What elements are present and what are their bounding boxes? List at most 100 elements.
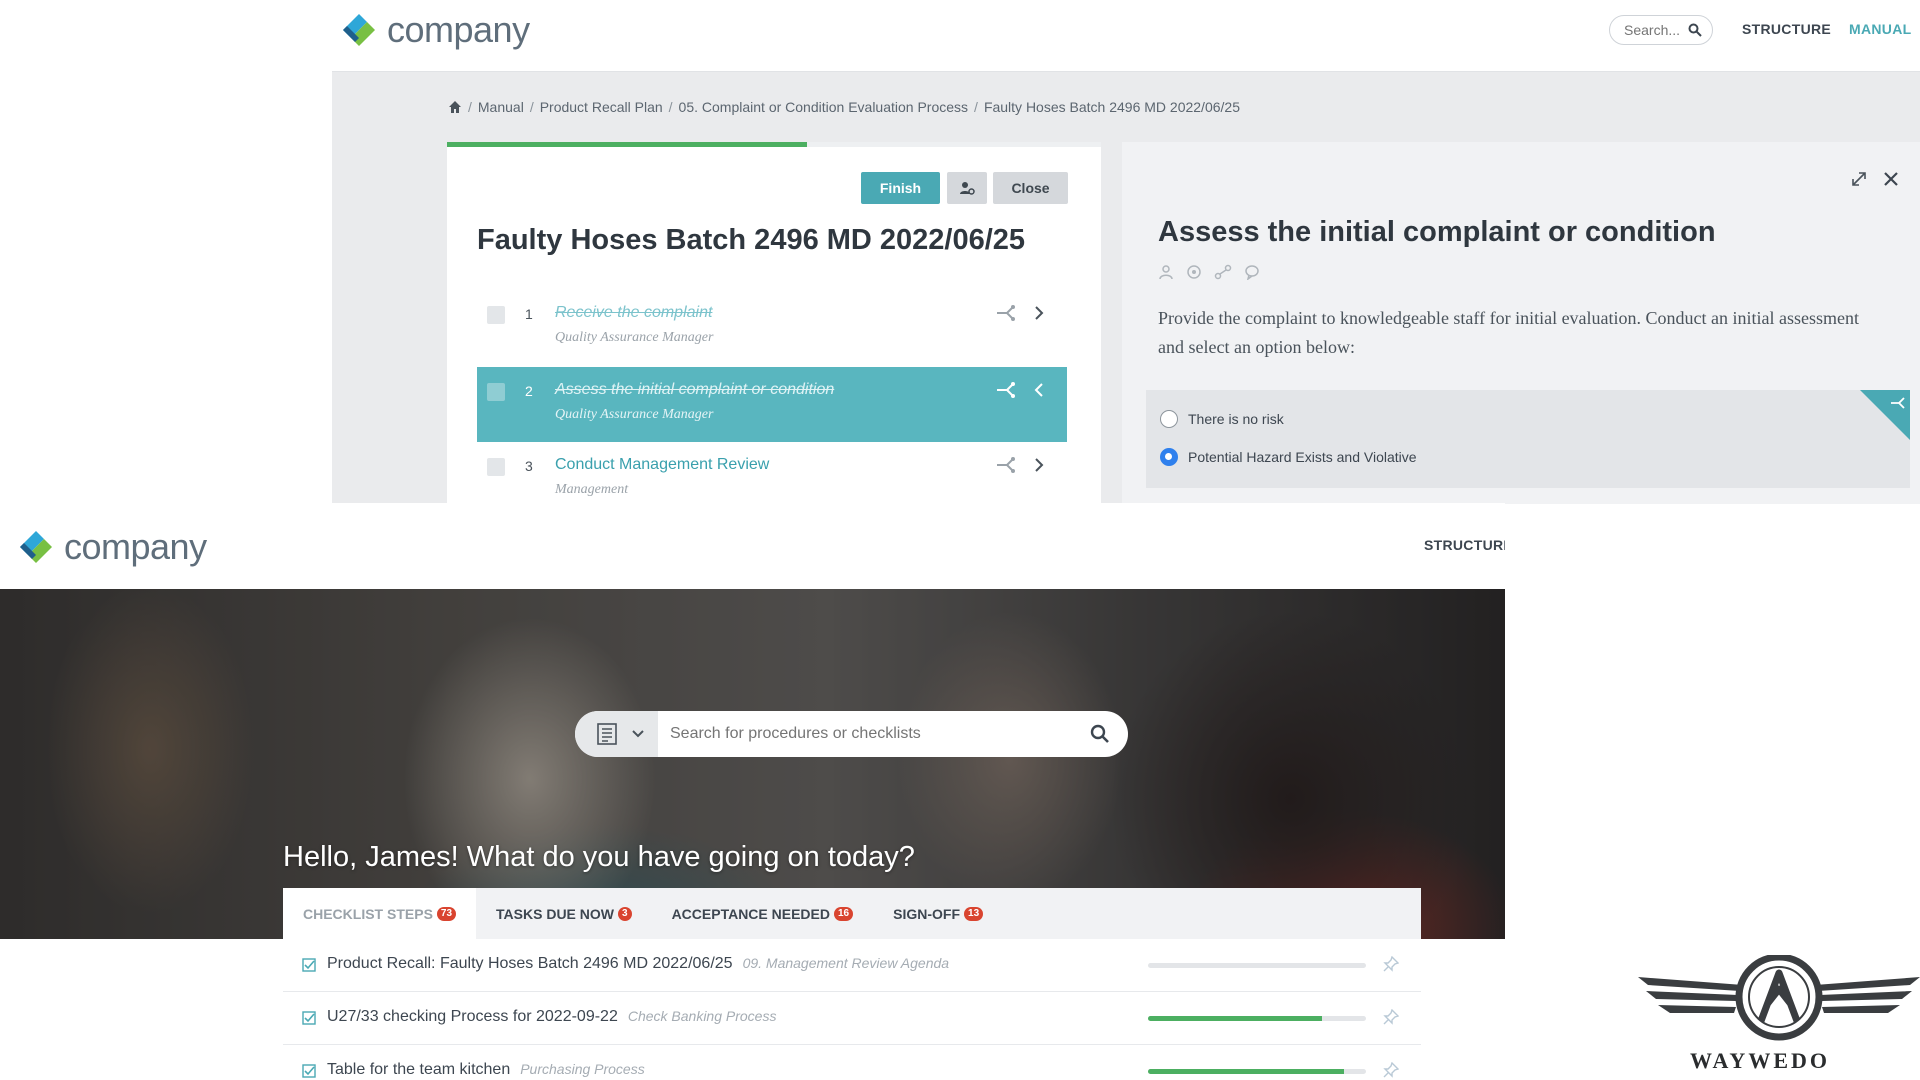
item-progress-bar bbox=[1148, 963, 1366, 968]
tab-label: SIGN-OFF bbox=[893, 905, 961, 922]
step-role: Management bbox=[555, 482, 629, 497]
branch-icon[interactable] bbox=[995, 456, 1017, 474]
expand-icon[interactable] bbox=[1850, 170, 1868, 188]
tab-sign-off[interactable]: SIGN-OFF 13 bbox=[873, 888, 1003, 939]
item-progress-bar bbox=[1148, 1069, 1366, 1074]
checkbox-icon[interactable] bbox=[302, 1011, 316, 1025]
step-detail-panel: Assess the initial complaint or conditio… bbox=[1122, 142, 1920, 504]
chevron-down-icon bbox=[632, 730, 644, 738]
item-name[interactable]: Table for the team kitchen bbox=[327, 1061, 510, 1078]
detail-description: Provide the complaint to knowledgeable s… bbox=[1158, 308, 1860, 357]
checklist-steps-list: Product Recall: Faulty Hoses Batch 2496 … bbox=[283, 939, 1421, 1080]
item-name[interactable]: Product Recall: Faulty Hoses Batch 2496 … bbox=[327, 955, 733, 972]
home-icon[interactable] bbox=[448, 100, 462, 114]
checklist-step-1[interactable]: 1 Receive the complaint Quality Assuranc… bbox=[477, 290, 1067, 365]
document-list-icon bbox=[597, 723, 617, 745]
nav-manual[interactable]: MANUAL bbox=[1849, 21, 1911, 37]
list-item[interactable]: U27/33 checking Process for 2022-09-22 Ch… bbox=[283, 992, 1421, 1045]
search-icon[interactable] bbox=[1090, 724, 1110, 744]
breadcrumb-current: Faulty Hoses Batch 2496 MD 2022/06/25 bbox=[983, 99, 1240, 115]
step-title[interactable]: Assess the initial complaint or conditio… bbox=[555, 381, 834, 399]
pin-icon[interactable] bbox=[1383, 956, 1399, 972]
hero-search-bar[interactable] bbox=[575, 711, 1128, 757]
step-number: 1 bbox=[525, 306, 533, 322]
list-item[interactable]: Product Recall: Faulty Hoses Batch 2496 … bbox=[283, 939, 1421, 992]
item-progress-bar bbox=[1148, 1016, 1366, 1021]
checklist-step-3[interactable]: 3 Conduct Management Review Management bbox=[477, 442, 1067, 504]
nav-structure[interactable]: STRUCTURE bbox=[1424, 537, 1505, 553]
item-name[interactable]: U27/33 checking Process for 2022-09-22 bbox=[327, 1008, 618, 1025]
step-checkbox[interactable] bbox=[487, 383, 505, 401]
step-title[interactable]: Receive the complaint bbox=[555, 304, 712, 322]
tab-checklist-steps[interactable]: CHECKLIST STEPS 73 bbox=[283, 888, 477, 939]
decision-options: There is no risk Potential Hazard Exists… bbox=[1146, 390, 1910, 488]
option-label: Potential Hazard Exists and Violative bbox=[1188, 449, 1417, 465]
pin-icon[interactable] bbox=[1383, 1009, 1399, 1025]
close-button[interactable]: Close bbox=[993, 172, 1068, 204]
checklist-step-2[interactable]: 2 Assess the initial complaint or condit… bbox=[477, 367, 1067, 442]
list-item[interactable]: Table for the team kitchen Purchasing Pro… bbox=[283, 1045, 1421, 1080]
option-potential-hazard[interactable]: Potential Hazard Exists and Violative bbox=[1160, 448, 1417, 466]
checkbox-icon[interactable] bbox=[302, 958, 316, 972]
item-progress-fill bbox=[1148, 1069, 1345, 1074]
user-icon[interactable] bbox=[1158, 264, 1174, 280]
tab-label: ACCEPTANCE NEEDED bbox=[671, 905, 830, 922]
brand-name: company bbox=[64, 526, 207, 567]
comment-icon[interactable] bbox=[1244, 264, 1260, 280]
radio-button[interactable] bbox=[1160, 410, 1178, 428]
breadcrumb-process[interactable]: 05. Complaint or Condition Evaluation Pr… bbox=[679, 99, 969, 115]
company-logo-icon bbox=[20, 531, 52, 563]
branch-icon[interactable] bbox=[995, 304, 1017, 322]
count-badge: 16 bbox=[834, 906, 854, 921]
breadcrumb-plan[interactable]: Product Recall Plan bbox=[540, 99, 663, 115]
tab-acceptance-needed[interactable]: ACCEPTANCE NEEDED 16 bbox=[652, 888, 874, 939]
checklist-progress-fill bbox=[447, 142, 807, 147]
assign-button[interactable] bbox=[947, 172, 987, 204]
hero-search-input[interactable] bbox=[670, 711, 1070, 757]
top-header: company STRUCTURE MANUAL bbox=[332, 0, 1920, 72]
brand-logo[interactable]: company bbox=[337, 8, 530, 52]
hero-banner: Hello, James! What do you have going on … bbox=[0, 589, 1505, 939]
item-process: Check Banking Process bbox=[627, 1008, 777, 1024]
company-logo-icon bbox=[343, 14, 375, 46]
user-settings-icon bbox=[960, 182, 975, 195]
nav-structure[interactable]: STRUCTURE bbox=[1742, 21, 1831, 37]
greeting-text: Hello, James! What do you have going on … bbox=[283, 841, 915, 873]
dashboard-window: company STRUCTURE Hello, James! What do … bbox=[0, 503, 1505, 1080]
watermark-text: WAYWEDO bbox=[1690, 1048, 1830, 1073]
pin-icon[interactable] bbox=[1383, 1062, 1399, 1078]
branch-icon[interactable] bbox=[995, 381, 1017, 399]
waywedo-watermark: WAYWEDO bbox=[1638, 953, 1920, 1075]
hero-photo-overlay bbox=[0, 589, 1505, 939]
step-checkbox[interactable] bbox=[487, 458, 505, 476]
checkbox-icon[interactable] bbox=[302, 1064, 316, 1078]
brand-logo[interactable]: company bbox=[14, 525, 207, 569]
chevron-right-icon[interactable] bbox=[1033, 304, 1045, 322]
breadcrumb: / Manual / Product Recall Plan / 05. Com… bbox=[448, 99, 1240, 115]
chevron-right-icon[interactable] bbox=[1033, 456, 1045, 474]
breadcrumb-manual[interactable]: Manual bbox=[478, 99, 524, 115]
step-role: Quality Assurance Manager bbox=[555, 330, 714, 345]
checklist-title: Faulty Hoses Batch 2496 MD 2022/06/25 bbox=[477, 224, 1026, 256]
target-icon[interactable] bbox=[1186, 264, 1202, 280]
chevron-left-icon[interactable] bbox=[1033, 381, 1045, 399]
step-checkbox[interactable] bbox=[487, 306, 505, 324]
item-progress-fill bbox=[1148, 1016, 1323, 1021]
branch-icon bbox=[1891, 397, 1905, 409]
detail-icon-row bbox=[1158, 264, 1260, 280]
option-no-risk[interactable]: There is no risk bbox=[1160, 410, 1284, 428]
finish-button[interactable]: Finish bbox=[861, 172, 940, 204]
count-badge: 3 bbox=[618, 906, 632, 921]
step-title[interactable]: Conduct Management Review bbox=[555, 456, 769, 474]
search-type-dropdown[interactable] bbox=[575, 711, 658, 757]
search-icon[interactable] bbox=[1688, 23, 1702, 37]
close-icon[interactable] bbox=[1882, 170, 1900, 188]
tasks-tab-bar: CHECKLIST STEPS 73 TASKS DUE NOW 3 ACCEP… bbox=[283, 888, 1421, 939]
radio-button-selected[interactable] bbox=[1160, 448, 1178, 466]
count-badge: 13 bbox=[964, 906, 984, 921]
tab-tasks-due-now[interactable]: TASKS DUE NOW 3 bbox=[476, 888, 652, 939]
checklist-progress-bar bbox=[447, 142, 1101, 147]
top-search-box[interactable] bbox=[1609, 15, 1713, 45]
count-badge: 73 bbox=[436, 906, 457, 921]
link-icon[interactable] bbox=[1214, 264, 1232, 280]
